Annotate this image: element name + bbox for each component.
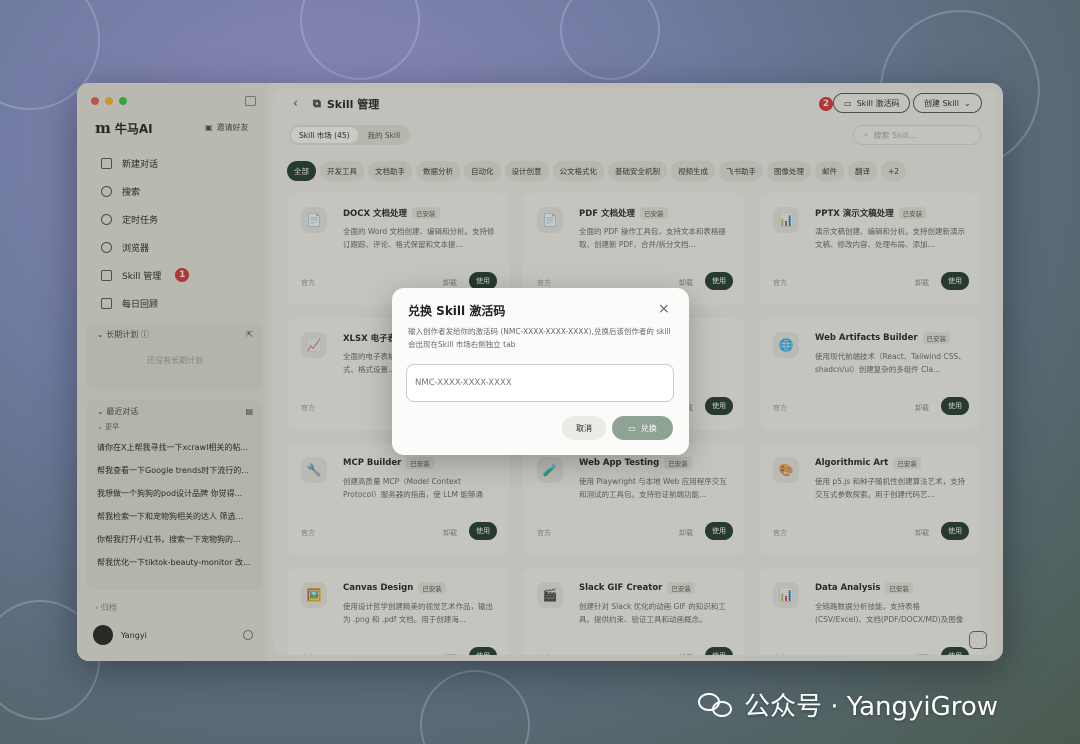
redeem-modal: 兑换 Skill 激活码 × 输入创作者发给你的激活码 (NMC-XXXX-XX… [392,288,689,455]
modal-title: 兑换 Skill 激活码 [408,304,506,318]
ticket-icon: ▭ [628,423,636,433]
redeem-label: 兑换 [640,423,657,433]
close-icon[interactable]: × [658,301,670,317]
cancel-button[interactable]: 取消 [562,416,606,440]
modal-description: 输入创作者发给你的激活码 (NMC-XXXX-XXXX-XXXX),兑换后该创作… [408,327,671,349]
watermark-text: 公众号 · YangyiGrow [744,692,999,722]
watermark: 公众号 · YangyiGrow [698,686,998,723]
redeem-button[interactable]: ▭ 兑换 [612,416,673,440]
app-window: m 牛马AI ▣ 邀请好友 新建对话 搜索 定时任务 浏览器 Skill 管理 1… [77,83,1003,661]
activation-code-input[interactable] [406,364,674,402]
wechat-icon [698,691,734,719]
